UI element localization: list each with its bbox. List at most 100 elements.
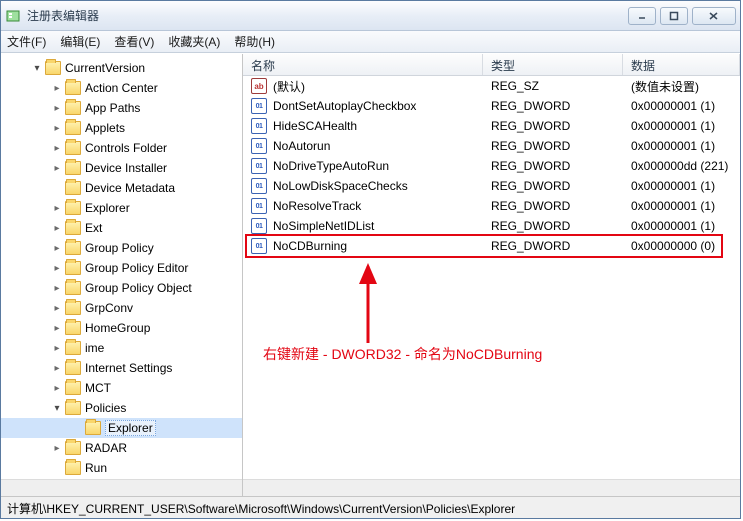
body: CurrentVersion Action Center App Paths Appl… xyxy=(1,53,740,496)
expand-icon[interactable] xyxy=(51,303,63,314)
folder-icon xyxy=(65,241,81,255)
list-body[interactable]: (默认)REG_SZ(数值未设置)DontSetAutoplayCheckbox… xyxy=(243,76,740,479)
expand-icon[interactable] xyxy=(51,283,63,294)
value-row[interactable]: NoAutorunREG_DWORD0x00000001 (1) xyxy=(243,136,740,156)
tree-node[interactable]: ime xyxy=(1,338,242,358)
tree-label: CurrentVersion xyxy=(65,61,145,75)
list-hscroll[interactable] xyxy=(243,479,740,496)
status-bar: 计算机\HKEY_CURRENT_USER\Software\Microsoft… xyxy=(1,496,740,518)
tree-node[interactable]: Ext xyxy=(1,218,242,238)
expand-icon[interactable] xyxy=(51,163,63,174)
expand-icon[interactable] xyxy=(51,123,63,134)
maximize-button[interactable] xyxy=(660,7,688,25)
folder-icon xyxy=(65,401,81,415)
tree-label: Explorer xyxy=(105,420,156,436)
col-type[interactable]: 类型 xyxy=(483,54,623,75)
folder-icon xyxy=(65,161,81,175)
menu-view[interactable]: 查看(V) xyxy=(114,33,154,50)
tree-node[interactable]: MCT xyxy=(1,378,242,398)
tree-label: Action Center xyxy=(85,81,158,95)
folder-icon xyxy=(65,301,81,315)
value-row[interactable]: (默认)REG_SZ(数值未设置) xyxy=(243,76,740,96)
value-row[interactable]: NoResolveTrackREG_DWORD0x00000001 (1) xyxy=(243,196,740,216)
col-name[interactable]: 名称 xyxy=(243,54,483,75)
tree-node[interactable]: Action Center xyxy=(1,78,242,98)
folder-icon xyxy=(65,141,81,155)
window-title: 注册表编辑器 xyxy=(27,7,628,24)
dword-value-icon xyxy=(251,198,267,214)
list-header: 名称 类型 数据 xyxy=(243,54,740,76)
dword-value-icon xyxy=(251,158,267,174)
tree-node[interactable]: CurrentVersion xyxy=(1,58,242,78)
tree-node[interactable]: Policies xyxy=(1,398,242,418)
dword-value-icon xyxy=(251,98,267,114)
folder-icon xyxy=(65,321,81,335)
value-row[interactable]: NoDriveTypeAutoRunREG_DWORD0x000000dd (2… xyxy=(243,156,740,176)
tree-scroll[interactable]: CurrentVersion Action Center App Paths Appl… xyxy=(1,54,242,479)
expand-icon[interactable] xyxy=(51,83,63,94)
tree-node[interactable]: Applets xyxy=(1,118,242,138)
value-row[interactable]: NoLowDiskSpaceChecksREG_DWORD0x00000001 … xyxy=(243,176,740,196)
tree-node[interactable]: GrpConv xyxy=(1,298,242,318)
menu-favorites[interactable]: 收藏夹(A) xyxy=(168,33,220,50)
value-row[interactable]: DontSetAutoplayCheckboxREG_DWORD0x000000… xyxy=(243,96,740,116)
tree-label: Device Installer xyxy=(85,161,167,175)
expand-icon[interactable] xyxy=(51,443,63,454)
value-row[interactable]: NoCDBurningREG_DWORD0x00000000 (0) xyxy=(243,236,740,256)
close-button[interactable] xyxy=(692,7,736,25)
tree-node[interactable]: Explorer xyxy=(1,418,242,438)
menu-edit[interactable]: 编辑(E) xyxy=(60,33,100,50)
tree-node[interactable]: Controls Folder xyxy=(1,138,242,158)
value-name: HideSCAHealth xyxy=(273,119,357,133)
tree-node[interactable]: HomeGroup xyxy=(1,318,242,338)
value-row[interactable]: HideSCAHealthREG_DWORD0x00000001 (1) xyxy=(243,116,740,136)
value-type: REG_DWORD xyxy=(483,139,623,153)
tree-node[interactable]: Internet Settings xyxy=(1,358,242,378)
expand-icon[interactable] xyxy=(51,403,63,414)
expand-icon[interactable] xyxy=(31,63,43,74)
expand-icon[interactable] xyxy=(51,263,63,274)
tree-node[interactable]: App Paths xyxy=(1,98,242,118)
expand-icon[interactable] xyxy=(51,103,63,114)
value-data: 0x00000001 (1) xyxy=(623,179,740,193)
menu-file[interactable]: 文件(F) xyxy=(7,33,46,50)
tree-label: App Paths xyxy=(85,101,140,115)
col-data[interactable]: 数据 xyxy=(623,54,740,75)
minimize-button[interactable] xyxy=(628,7,656,25)
tree-node[interactable]: Group Policy Editor xyxy=(1,258,242,278)
tree-node[interactable]: Group Policy xyxy=(1,238,242,258)
tree-node[interactable]: Group Policy Object xyxy=(1,278,242,298)
expand-icon[interactable] xyxy=(51,323,63,334)
value-type: REG_DWORD xyxy=(483,239,623,253)
expand-icon[interactable] xyxy=(51,363,63,374)
expand-icon[interactable] xyxy=(51,143,63,154)
tree-node[interactable]: Device Metadata xyxy=(1,178,242,198)
title-bar[interactable]: 注册表编辑器 xyxy=(1,1,740,31)
expand-icon[interactable] xyxy=(51,243,63,254)
tree-label: Controls Folder xyxy=(85,141,167,155)
value-data: 0x00000000 (0) xyxy=(623,239,740,253)
expand-icon[interactable] xyxy=(51,203,63,214)
tree-node[interactable]: Run xyxy=(1,458,242,478)
expand-icon[interactable] xyxy=(51,343,63,354)
value-row[interactable]: NoSimpleNetIDListREG_DWORD0x00000001 (1) xyxy=(243,216,740,236)
tree-node[interactable]: Device Installer xyxy=(1,158,242,178)
value-type: REG_DWORD xyxy=(483,219,623,233)
tree-label: Device Metadata xyxy=(85,181,175,195)
value-type: REG_SZ xyxy=(483,79,623,93)
annotation-text: 右键新建 - DWORD32 - 命名为NoCDBurning xyxy=(263,344,542,364)
value-type: REG_DWORD xyxy=(483,119,623,133)
folder-icon xyxy=(65,201,81,215)
tree-label: Group Policy xyxy=(85,241,154,255)
tree-node[interactable]: Explorer xyxy=(1,198,242,218)
tree-label: Internet Settings xyxy=(85,361,172,375)
expand-icon[interactable] xyxy=(51,383,63,394)
tree-label: Group Policy Object xyxy=(85,281,192,295)
folder-icon xyxy=(65,221,81,235)
tree-node[interactable]: RADAR xyxy=(1,438,242,458)
menu-help[interactable]: 帮助(H) xyxy=(234,33,275,50)
window-controls xyxy=(628,7,736,25)
menu-bar: 文件(F) 编辑(E) 查看(V) 收藏夹(A) 帮助(H) xyxy=(1,31,740,53)
expand-icon[interactable] xyxy=(51,223,63,234)
tree-hscroll[interactable] xyxy=(1,479,242,496)
